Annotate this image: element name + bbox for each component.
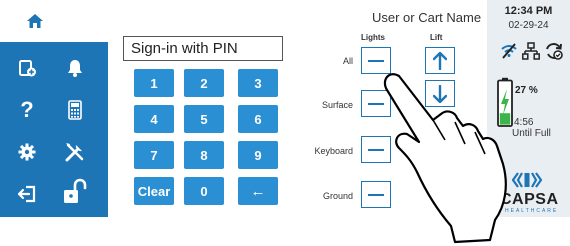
bell-icon [68,60,82,77]
keypad-key-9[interactable]: 9 [238,141,278,169]
charge-until-label: Until Full [512,128,551,139]
keypad-clear-button[interactable]: Clear [134,177,174,205]
add-note-icon [19,60,36,77]
battery-percent: 27 % [515,85,538,96]
notifications-button[interactable] [50,48,100,88]
row-label-surface: Surface [321,100,353,110]
brand-tagline: HEALTHCARE [505,208,559,214]
keypad-key-3[interactable]: 3 [238,69,278,97]
unlock-icon [64,178,87,203]
capsa-logo-icon [512,172,542,188]
keypad-key-4[interactable]: 4 [134,105,174,133]
tools-button[interactable] [50,132,100,172]
clock-time: 12:34 PM [504,5,553,17]
add-note-button[interactable] [2,48,52,88]
row-label-ground: Ground [322,191,353,201]
top-bar [0,0,108,40]
keypad-key-1[interactable]: 1 [134,69,174,97]
calculator-button[interactable] [50,90,100,130]
row-label-all: All [342,56,353,66]
gear-icon [18,143,36,161]
keypad-key-2[interactable]: 2 [184,69,224,97]
keypad-key-8[interactable]: 8 [184,141,224,169]
network-icon [522,42,540,60]
hand-pointer-icon [383,73,507,244]
keypad-key-0[interactable]: 0 [184,177,224,205]
unlock-button[interactable] [50,172,100,212]
wifi-off-icon [501,43,517,59]
pin-input[interactable]: Sign-in with PIN [123,36,283,61]
lights-column-header: Lights [361,33,385,42]
home-icon [27,14,43,28]
cart-name-label: User or Cart Name [372,10,482,25]
clock-date: 02-29-24 [508,20,549,31]
row-label-keyboard: Keyboard [314,146,353,156]
logout-button[interactable] [2,174,52,214]
help-button[interactable]: ? [2,90,52,130]
home-button[interactable] [4,4,66,38]
tools-icon [65,143,84,162]
charge-time-remaining: 4:56 [514,117,534,128]
calculator-icon [68,100,82,120]
lift-column-header: Lift [430,33,443,42]
logout-icon [17,185,36,203]
keypad-key-5[interactable]: 5 [184,105,224,133]
keypad-key-7[interactable]: 7 [134,141,174,169]
keypad-backspace-button[interactable]: ← [238,177,278,205]
help-icon: ? [20,97,34,122]
settings-button[interactable] [2,132,52,172]
sync-icon [546,43,563,60]
keypad-key-6[interactable]: 6 [238,105,278,133]
